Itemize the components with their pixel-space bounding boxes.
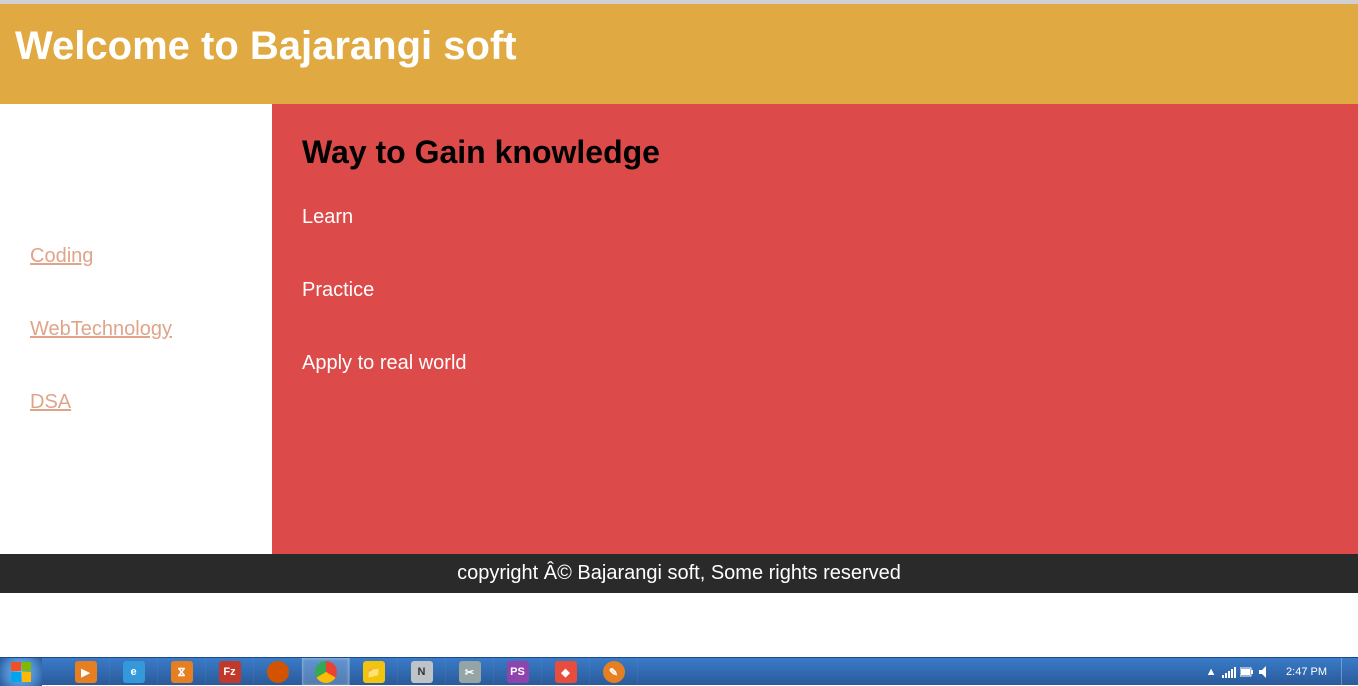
main-item-practice: Practice bbox=[302, 279, 1328, 302]
taskbar-app-filezilla[interactable]: Fz bbox=[206, 658, 254, 686]
tray-battery-icon[interactable] bbox=[1240, 665, 1254, 679]
phpstorm-icon: PS bbox=[507, 661, 529, 683]
page-header: Welcome to Bajarangi soft bbox=[0, 4, 1358, 104]
main-heading: Way to Gain knowledge bbox=[302, 134, 1328, 171]
sublime-icon: ✎ bbox=[603, 661, 625, 683]
start-button[interactable] bbox=[0, 658, 42, 686]
tray-network-icon[interactable] bbox=[1222, 665, 1236, 679]
taskbar-app-media-player[interactable]: ▶ bbox=[62, 658, 110, 686]
taskbar-app-firefox[interactable] bbox=[254, 658, 302, 686]
taskbar-app-sublime[interactable]: ✎ bbox=[590, 658, 638, 686]
system-tray: ▲ 2:47 PM bbox=[1204, 658, 1358, 685]
taskbar-pinned-apps: ▶ e ⴵ Fz 📁 N ✂ PS ◆ ✎ bbox=[62, 658, 638, 685]
sidebar-link-webtechnology[interactable]: WebTechnology bbox=[30, 318, 242, 341]
taskbar-app-snipping[interactable]: ✂ bbox=[446, 658, 494, 686]
page-footer: copyright Â© Bajarangi soft, Some rights… bbox=[0, 554, 1358, 593]
windows-taskbar: ▶ e ⴵ Fz 📁 N ✂ PS ◆ ✎ ▲ 2:47 PM bbox=[0, 657, 1358, 685]
main-content: Way to Gain knowledge Learn Practice App… bbox=[272, 104, 1358, 554]
footer-text: copyright Â© Bajarangi soft, Some rights… bbox=[457, 562, 901, 584]
xampp-icon: ⴵ bbox=[171, 661, 193, 683]
tray-icons-group: ▲ bbox=[1204, 665, 1272, 679]
taskbar-app-xampp[interactable]: ⴵ bbox=[158, 658, 206, 686]
notepad-icon: N bbox=[411, 661, 433, 683]
firefox-icon bbox=[267, 661, 289, 683]
page-title: Welcome to Bajarangi soft bbox=[15, 24, 1343, 69]
sidebar-link-dsa[interactable]: DSA bbox=[30, 391, 242, 414]
content-area: Coding WebTechnology DSA Way to Gain kno… bbox=[0, 104, 1358, 554]
filezilla-icon: Fz bbox=[219, 661, 241, 683]
ie-icon: e bbox=[123, 661, 145, 683]
windows-logo-icon bbox=[11, 662, 31, 682]
taskbar-app-chrome[interactable] bbox=[302, 658, 350, 686]
taskbar-app-anydesk[interactable]: ◆ bbox=[542, 658, 590, 686]
anydesk-icon: ◆ bbox=[555, 661, 577, 683]
media-player-icon: ▶ bbox=[75, 661, 97, 683]
main-item-learn: Learn bbox=[302, 206, 1328, 229]
taskbar-app-notepad[interactable]: N bbox=[398, 658, 446, 686]
main-item-apply: Apply to real world bbox=[302, 352, 1328, 375]
chrome-icon bbox=[315, 661, 337, 683]
tray-chevron-up-icon[interactable]: ▲ bbox=[1204, 665, 1218, 679]
snipping-icon: ✂ bbox=[459, 661, 481, 683]
explorer-icon: 📁 bbox=[363, 661, 385, 683]
taskbar-clock[interactable]: 2:47 PM bbox=[1278, 666, 1335, 678]
sidebar-link-coding[interactable]: Coding bbox=[30, 245, 242, 268]
sidebar-nav: Coding WebTechnology DSA bbox=[0, 104, 272, 554]
tray-volume-icon[interactable] bbox=[1258, 665, 1272, 679]
taskbar-app-explorer[interactable]: 📁 bbox=[350, 658, 398, 686]
show-desktop-button[interactable] bbox=[1341, 658, 1353, 686]
taskbar-app-ie[interactable]: e bbox=[110, 658, 158, 686]
taskbar-app-phpstorm[interactable]: PS bbox=[494, 658, 542, 686]
